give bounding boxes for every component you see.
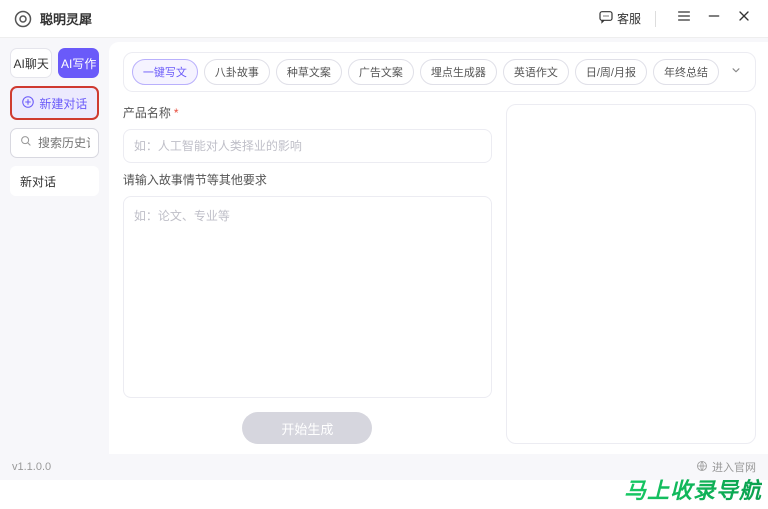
category-chip[interactable]: 种草文案 [276, 59, 342, 85]
main-panel: 一键写文 八卦故事 种草文案 广告文案 埋点生成器 英语作文 日/周/月报 年终… [109, 42, 768, 454]
category-chip[interactable]: 八卦故事 [204, 59, 270, 85]
titlebar-divider [655, 11, 656, 27]
required-mark: * [174, 106, 179, 120]
category-chip[interactable]: 一键写文 [132, 59, 198, 85]
chat-bubble-icon [598, 9, 614, 28]
search-icon [19, 134, 33, 153]
category-chip[interactable]: 日/周/月报 [575, 59, 647, 85]
menu-button[interactable] [674, 9, 694, 29]
minimize-icon [706, 8, 722, 29]
app-title: 聪明灵犀 [40, 9, 92, 28]
detail-textarea[interactable] [123, 196, 492, 398]
titlebar: 聪明灵犀 客服 [0, 0, 768, 38]
category-chip[interactable]: 埋点生成器 [420, 59, 497, 85]
history-search[interactable] [10, 128, 99, 158]
support-button[interactable]: 客服 [592, 5, 647, 32]
enter-site-button[interactable]: 进入官网 [696, 459, 756, 475]
preview-column [506, 104, 756, 444]
category-chip[interactable]: 广告文案 [348, 59, 414, 85]
enter-site-label: 进入官网 [712, 459, 756, 475]
search-input[interactable] [38, 136, 90, 150]
plus-circle-icon [21, 95, 35, 112]
sidebar: AI聊天 AI写作 新建对话 新对话 [0, 38, 109, 454]
support-label: 客服 [617, 10, 641, 27]
new-chat-button[interactable]: 新建对话 [10, 86, 99, 120]
detail-label: 请输入故事情节等其他要求 [123, 171, 492, 188]
mode-tabs: AI聊天 AI写作 [10, 48, 99, 78]
generate-button[interactable]: 开始生成 [242, 412, 372, 444]
minimize-button[interactable] [704, 9, 724, 29]
close-button[interactable] [734, 9, 754, 29]
product-name-label-text: 产品名称 [123, 104, 171, 121]
close-icon [736, 8, 752, 29]
category-row: 一键写文 八卦故事 种草文案 广告文案 埋点生成器 英语作文 日/周/月报 年终… [123, 52, 756, 92]
category-chip[interactable]: 英语作文 [503, 59, 569, 85]
preview-box [506, 104, 756, 444]
history-item[interactable]: 新对话 [10, 166, 99, 196]
category-expand-button[interactable] [725, 61, 747, 83]
footer: v1.1.0.0 进入官网 [0, 454, 768, 480]
chevron-down-icon [729, 63, 743, 82]
product-name-label: 产品名称 * [123, 104, 492, 121]
version-label: v1.1.0.0 [12, 461, 51, 473]
form-column: 产品名称 * 请输入故事情节等其他要求 开始生成 [123, 104, 492, 444]
app-logo-icon [14, 10, 32, 28]
history-item-label: 新对话 [20, 173, 56, 190]
tab-ai-chat[interactable]: AI聊天 [10, 48, 52, 78]
new-chat-label: 新建对话 [39, 95, 87, 112]
product-name-input[interactable] [123, 129, 492, 163]
menu-icon [676, 8, 692, 29]
category-chip[interactable]: 年终总结 [653, 59, 719, 85]
globe-icon [696, 460, 708, 475]
tab-ai-write[interactable]: AI写作 [58, 48, 98, 78]
